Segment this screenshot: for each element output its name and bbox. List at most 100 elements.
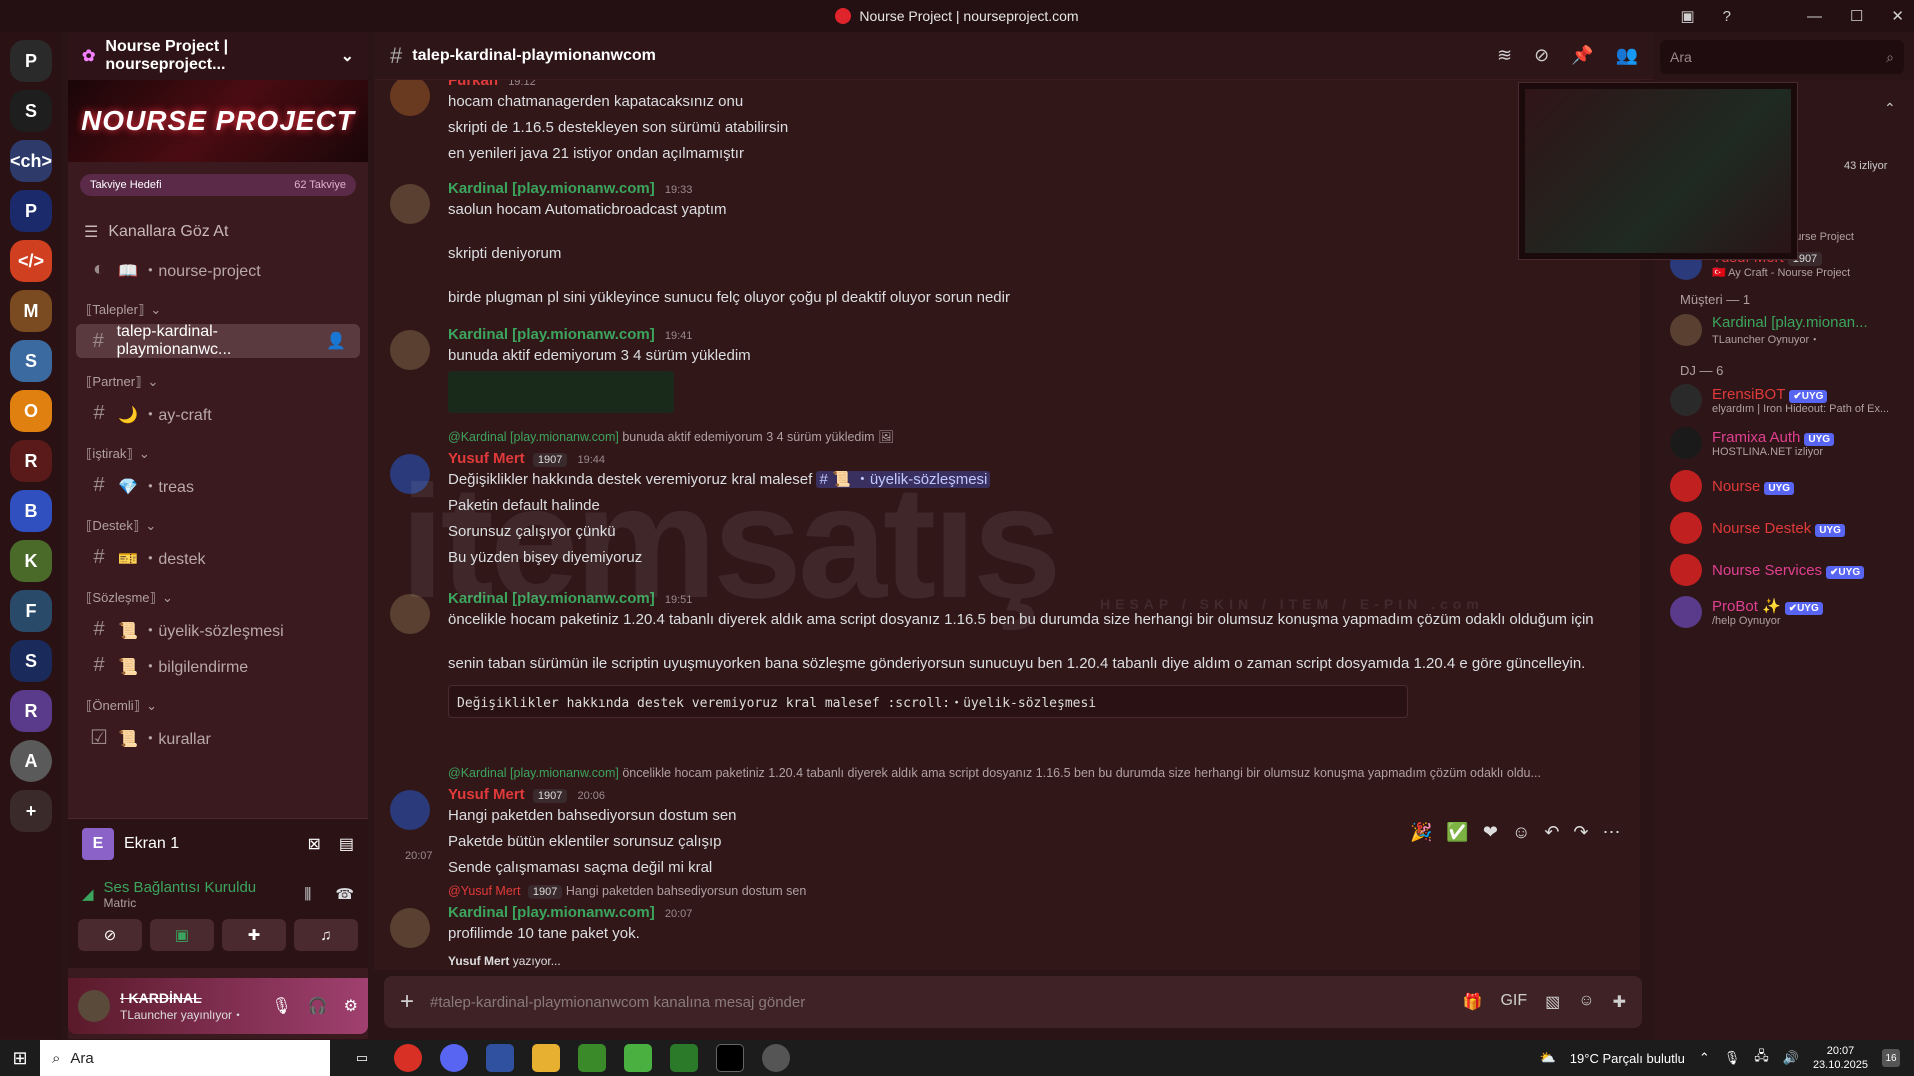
- pin-icon[interactable]: 📌: [1571, 45, 1593, 66]
- heart-reaction-icon[interactable]: ❤: [1483, 822, 1498, 843]
- add-reaction-icon[interactable]: ☺: [1512, 822, 1530, 843]
- user-avatar[interactable]: [78, 990, 110, 1022]
- server-icon[interactable]: </>: [10, 240, 52, 282]
- microphone-icon[interactable]: 🎙: [271, 996, 291, 1016]
- soundboard-button[interactable]: ♫: [294, 919, 358, 951]
- message-4[interactable]: Yusuf Mert 1907 19:44 Değişiklikler hakk…: [390, 450, 1620, 571]
- minecraft-icon[interactable]: [670, 1044, 698, 1072]
- member-item[interactable]: ProBot ✨ ✔UYG/help Oynuyor: [1662, 592, 1906, 632]
- screen-share-row[interactable]: E Ekran 1 ⊠ ▤: [68, 819, 368, 869]
- member-item[interactable]: Nourse Destek UYG: [1662, 508, 1906, 548]
- notepad-icon[interactable]: [624, 1044, 652, 1072]
- chevron-up-icon[interactable]: ⌃: [1884, 100, 1896, 117]
- channel-category[interactable]: ⟦Destek⟧ ⌄: [68, 504, 368, 538]
- camera-toggle-button[interactable]: ⊘: [78, 919, 142, 951]
- tray-chevron-icon[interactable]: ⌃: [1699, 1050, 1710, 1066]
- weather-text[interactable]: 19°C Parçalı bulutlu: [1570, 1051, 1685, 1066]
- server-icon[interactable]: +: [10, 790, 52, 832]
- gift-icon[interactable]: 🎁: [1463, 992, 1483, 1012]
- task-view-icon[interactable]: ▭: [348, 1044, 376, 1072]
- server-icon[interactable]: S: [10, 340, 52, 382]
- taskbar-search[interactable]: ⌕ Ara: [40, 1040, 330, 1076]
- volume-icon[interactable]: 🔊: [1783, 1050, 1799, 1066]
- inbox-icon[interactable]: ▣: [1680, 7, 1694, 25]
- channel-item[interactable]: # 🎫 ・destek: [76, 540, 360, 574]
- server-icon[interactable]: R: [10, 690, 52, 732]
- gif-icon[interactable]: GIF: [1500, 992, 1527, 1012]
- maximize-button[interactable]: ☐: [1850, 7, 1863, 25]
- channel-category[interactable]: ⟦Sözleşme⟧ ⌄: [68, 576, 368, 610]
- user-avatar[interactable]: [390, 454, 430, 494]
- app-icon[interactable]: [762, 1044, 790, 1072]
- stream-settings-icon[interactable]: ▤: [339, 834, 354, 854]
- channel-category[interactable]: ⟦Talepler⟧ ⌄: [68, 288, 368, 322]
- channel-mention[interactable]: # 📜 ・üyelik-sözleşmesi: [816, 471, 991, 488]
- disconnect-icon[interactable]: ☎: [335, 885, 354, 903]
- apps-icon[interactable]: ✚: [1613, 992, 1626, 1012]
- sticker-icon[interactable]: ▧: [1545, 992, 1560, 1012]
- channel-category[interactable]: ⟦Önemli⟧ ⌄: [68, 684, 368, 718]
- party-reaction-icon[interactable]: 🎉: [1410, 822, 1432, 843]
- reply-preview[interactable]: @Kardinal [play.mionanw.com] öncelikle h…: [374, 766, 1614, 786]
- network-icon[interactable]: 🖧: [1754, 1047, 1769, 1069]
- minimize-button[interactable]: —: [1807, 8, 1822, 25]
- channel-item[interactable]: # 📜 ・üyelik-sözleşmesi: [76, 612, 360, 646]
- channel-item[interactable]: ☑ 📜 ・kurallar: [76, 720, 360, 754]
- more-icon[interactable]: ⋯: [1603, 822, 1621, 843]
- windows-start-icon[interactable]: ⊞: [0, 1048, 40, 1069]
- channel-item[interactable]: # talep-kardinal-playmionanwc... 👤: [76, 323, 360, 358]
- member-item[interactable]: Nourse UYG: [1662, 466, 1906, 506]
- member-item[interactable]: Framixa Auth UYG HOSTLINA.NET izliyor: [1662, 423, 1906, 463]
- activities-button[interactable]: ✚: [222, 919, 286, 951]
- stream-preview[interactable]: [1518, 82, 1798, 260]
- minecraft-icon[interactable]: [578, 1044, 606, 1072]
- message-7[interactable]: Kardinal [play.mionanw.com] 20:07 profil…: [390, 904, 1620, 948]
- server-icon[interactable]: R: [10, 440, 52, 482]
- emoji-icon[interactable]: ☺: [1578, 992, 1594, 1012]
- user-avatar[interactable]: [390, 80, 430, 116]
- user-avatar[interactable]: [390, 594, 430, 634]
- notification-badge[interactable]: 16: [1882, 1049, 1900, 1067]
- server-icon[interactable]: P: [10, 40, 52, 82]
- server-icon[interactable]: S: [10, 90, 52, 132]
- member-item[interactable]: Nourse Services ✔UYG: [1662, 550, 1906, 590]
- user-avatar[interactable]: [390, 908, 430, 948]
- reply-icon[interactable]: ↶: [1544, 822, 1559, 843]
- file-explorer-icon[interactable]: [532, 1044, 560, 1072]
- author-name[interactable]: Furkan: [448, 80, 498, 89]
- server-icon[interactable]: <ch>: [10, 140, 52, 182]
- message-input[interactable]: #talep-kardinal-playmionanwcom kanalına …: [430, 994, 1447, 1011]
- channel-category[interactable]: ⟦Partner⟧ ⌄: [68, 360, 368, 394]
- author-name[interactable]: Yusuf Mert: [448, 786, 525, 803]
- reply-preview[interactable]: @Kardinal [play.mionanw.com] bunuda akti…: [374, 430, 894, 450]
- weather-icon[interactable]: ⛅: [1540, 1050, 1556, 1066]
- attachment-image[interactable]: [448, 371, 674, 413]
- user-panel[interactable]: ! KARDİNAL TLauncher yayınlıyor・ 🎙 🎧 ⚙: [68, 978, 368, 1034]
- clock[interactable]: 20:07 23.10.2025: [1813, 1044, 1868, 1072]
- author-name[interactable]: Yusuf Mert: [448, 450, 525, 467]
- headphones-icon[interactable]: 🎧: [308, 996, 328, 1016]
- search-input[interactable]: Ara ⌕: [1660, 40, 1904, 74]
- author-name[interactable]: Kardinal [play.mionanw.com]: [448, 590, 655, 607]
- notification-mute-icon[interactable]: ⊘: [1534, 45, 1549, 66]
- server-header[interactable]: ✿ Nourse Project | nourseproject... ⌄: [68, 32, 368, 80]
- user-avatar[interactable]: [390, 790, 430, 830]
- user-avatar[interactable]: [390, 184, 430, 224]
- server-icon[interactable]: F: [10, 590, 52, 632]
- author-name[interactable]: Kardinal [play.mionanw.com]: [448, 180, 655, 197]
- stop-stream-icon[interactable]: ⊠: [307, 834, 320, 854]
- server-icon[interactable]: B: [10, 490, 52, 532]
- server-icon[interactable]: P: [10, 190, 52, 232]
- channel-item[interactable]: # 📜 ・bilgilendirme: [76, 648, 360, 682]
- server-icon[interactable]: M: [10, 290, 52, 332]
- boost-goal-bar[interactable]: Takviye Hedefi 62 Takviye: [80, 174, 356, 196]
- member-item[interactable]: ErensiBOT ✔UYG elyardım | Iron Hideout: Pa…: [1662, 380, 1906, 420]
- channel-item[interactable]: # 💎 ・treas: [76, 468, 360, 502]
- member-list-icon[interactable]: 👥: [1616, 45, 1638, 66]
- server-icon[interactable]: S: [10, 640, 52, 682]
- author-name[interactable]: Kardinal [play.mionanw.com]: [448, 904, 655, 921]
- check-reaction-icon[interactable]: ✅: [1446, 822, 1468, 843]
- message-3[interactable]: Kardinal [play.mionanw.com] 19:41 bunuda…: [390, 326, 1620, 413]
- noise-suppression-icon[interactable]: ⫼: [304, 886, 311, 903]
- server-icon[interactable]: O: [10, 390, 52, 432]
